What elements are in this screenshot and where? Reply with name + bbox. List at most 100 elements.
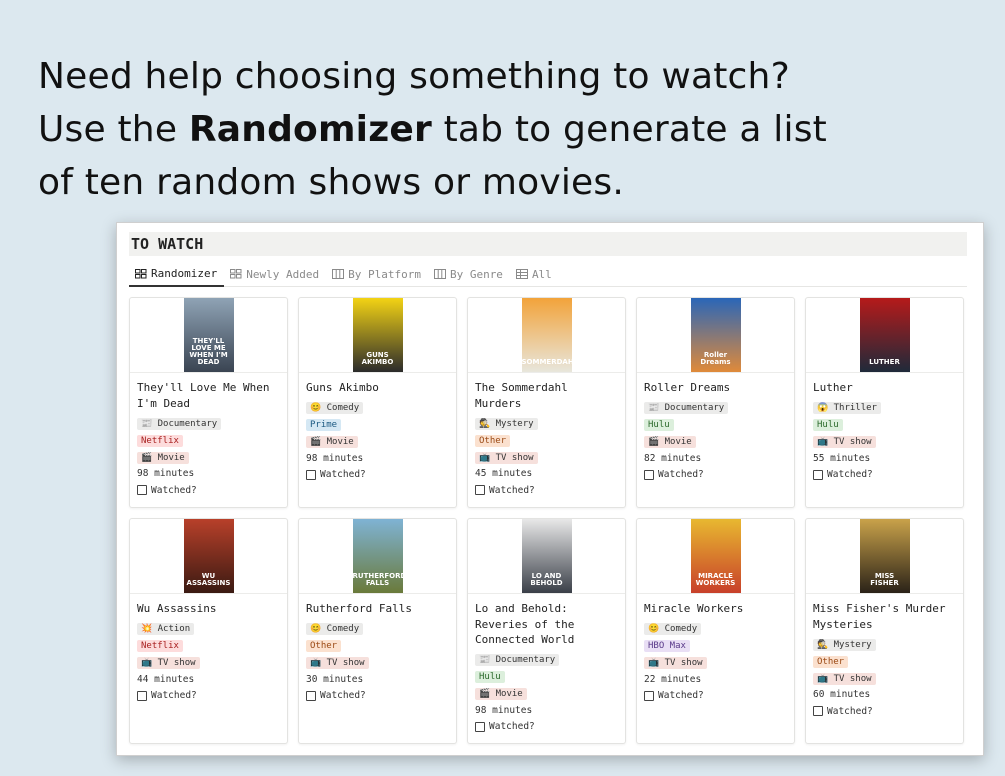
platform-tag: Other — [475, 434, 511, 447]
gallery-card[interactable]: MISS FISHER Miss Fisher's Murder Mysterie… — [805, 518, 964, 744]
platform-row: Netflix — [137, 638, 280, 655]
genre-tag: 🕵 Mystery — [813, 638, 876, 651]
card-cover: LO AND BEHOLD — [468, 519, 625, 594]
platform-tag: Netflix — [137, 434, 183, 447]
watched-checkbox[interactable] — [306, 469, 316, 480]
watched-label: Watched? — [827, 469, 873, 480]
watched-checkbox[interactable] — [644, 469, 654, 480]
card-title: They'll Love Me When I'm Dead — [137, 381, 270, 410]
poster-title-art: GUNS AKIMBO — [361, 351, 394, 366]
card-cover: Roller Dreams — [637, 298, 794, 373]
genre-tag: 😊 Comedy — [644, 623, 702, 635]
platform-tag: Hulu — [475, 671, 505, 683]
platform-row: Other — [475, 432, 618, 449]
card-body: The Sommerdahl Murders 🕵 Mystery Other 📺 TV… — [468, 373, 625, 499]
watched-checkbox[interactable] — [306, 690, 316, 701]
genre-row: 😱 Thriller — [813, 400, 956, 417]
gallery-card[interactable]: MIRACLE WORKERS Miracle Workers 😊 Comedy HB… — [636, 518, 795, 744]
watched-property[interactable]: Watched? — [306, 687, 449, 705]
tab-newly-added[interactable]: Newly Added — [224, 262, 326, 286]
platform-row: Netflix — [137, 432, 280, 449]
type-tag: 📺 TV show — [306, 657, 369, 669]
watched-checkbox[interactable] — [813, 469, 823, 480]
type-row: 📺 TV show — [475, 449, 618, 466]
poster-image: SOMMERDAHL — [521, 298, 572, 372]
card-cover: RUTHERFORD FALLS — [299, 519, 456, 594]
watched-checkbox[interactable] — [644, 690, 654, 701]
card-title: Lo and Behold: Reveries of the Connected… — [475, 602, 575, 646]
type-tag: 🎬 Movie — [644, 436, 696, 448]
poster-image: THEY'LL LOVE ME WHEN I'M DEAD — [183, 298, 234, 372]
tab-all[interactable]: All — [510, 262, 559, 286]
type-row: 🎬 Movie — [306, 434, 449, 451]
runtime: 98 minutes — [137, 468, 195, 479]
card-body: Miss Fisher's Murder Mysteries 🕵 Mystery O… — [806, 594, 963, 720]
platform-row: Other — [813, 653, 956, 670]
runtime: 44 minutes — [137, 673, 195, 685]
watched-property[interactable]: Watched? — [137, 481, 280, 499]
card-title: Luther — [813, 381, 853, 394]
platform-row: Hulu — [475, 669, 618, 686]
genre-row: 🕵 Mystery — [813, 636, 956, 653]
watched-property[interactable]: Watched? — [306, 466, 449, 484]
watched-property[interactable]: Watched? — [644, 687, 787, 705]
type-tag: 🎬 Movie — [475, 688, 527, 700]
genre-tag: 💥 Action — [137, 623, 195, 635]
poster-title-art: Roller Dreams — [700, 351, 731, 366]
poster-title-art: THEY'LL LOVE ME WHEN I'M DEAD — [189, 337, 228, 366]
poster-title-art: LUTHER — [869, 358, 900, 366]
watched-checkbox[interactable] — [475, 721, 485, 732]
tab-by-genre[interactable]: By Genre — [428, 262, 510, 286]
gallery-card[interactable]: THEY'LL LOVE ME WHEN I'M DEAD They'll Lov… — [129, 297, 288, 508]
gallery-card[interactable]: GUNS AKIMBO Guns Akimbo 😊 Comedy Prime 🎬 Mov… — [298, 297, 457, 508]
runtime: 55 minutes — [813, 452, 871, 464]
card-cover: MISS FISHER — [806, 519, 963, 594]
headline-line-2-post: tab to generate a list — [431, 109, 827, 150]
watched-property[interactable]: Watched? — [813, 466, 956, 484]
gallery-card[interactable]: LO AND BEHOLD Lo and Behold: Reveries of … — [467, 518, 626, 744]
card-cover: LUTHER — [806, 298, 963, 373]
runtime: 22 minutes — [644, 673, 702, 685]
poster-image: GUNS AKIMBO — [352, 298, 403, 372]
gallery-card[interactable]: LUTHER Luther 😱 Thriller Hulu 📺 TV show 55 mi… — [805, 297, 964, 508]
watched-property[interactable]: Watched? — [137, 687, 280, 705]
watched-property[interactable]: Watched? — [644, 466, 787, 484]
card-body: Wu Assassins 💥 Action Netflix 📺 TV show 44 m… — [130, 594, 287, 705]
watched-checkbox[interactable] — [475, 485, 485, 495]
type-tag: 📺 TV show — [644, 657, 707, 669]
card-title: Miss Fisher's Murder Mysteries — [813, 602, 946, 631]
watched-property[interactable]: Watched? — [475, 481, 618, 499]
watched-label: Watched? — [658, 690, 704, 701]
watched-checkbox[interactable] — [137, 690, 147, 701]
genre-tag: 📰 Documentary — [475, 654, 560, 666]
board-icon — [332, 269, 345, 279]
gallery-card[interactable]: WU ASSASSINS Wu Assassins 💥 Action Netflix 📺… — [129, 518, 288, 744]
card-title: The Sommerdahl Murders — [475, 381, 568, 410]
genre-tag: 🕵 Mystery — [475, 417, 538, 430]
tab-by-platform[interactable]: By Platform — [326, 262, 428, 286]
gallery-card[interactable]: Roller Dreams Roller Dreams 📰 Documentary H… — [636, 297, 795, 508]
gallery-card[interactable]: RUTHERFORD FALLS Rutherford Falls 😊 Comedy… — [298, 518, 457, 744]
poster-image: MIRACLE WORKERS — [690, 519, 741, 593]
watched-property[interactable]: Watched? — [813, 702, 956, 720]
card-title: Guns Akimbo — [306, 381, 379, 394]
gallery-card[interactable]: SOMMERDAHL The Sommerdahl Murders 🕵 Myster… — [467, 297, 626, 508]
type-row: 📺 TV show — [813, 670, 956, 687]
watched-checkbox[interactable] — [137, 485, 147, 495]
type-row: 📺 TV show — [306, 655, 449, 672]
card-cover: THEY'LL LOVE ME WHEN I'M DEAD — [130, 298, 287, 373]
watched-property[interactable]: Watched? — [475, 718, 618, 736]
card-body: Guns Akimbo 😊 Comedy Prime 🎬 Movie 98 minute… — [299, 373, 456, 484]
type-tag: 🎬 Movie — [137, 451, 189, 464]
watched-label: Watched? — [827, 705, 873, 717]
platform-row: Hulu — [644, 417, 787, 434]
watched-checkbox[interactable] — [813, 706, 823, 716]
gallery-grid: THEY'LL LOVE ME WHEN I'M DEAD They'll Lov… — [129, 297, 964, 744]
runtime: 98 minutes — [475, 704, 533, 716]
tab-randomizer[interactable]: Randomizer — [129, 262, 225, 287]
poster-title-art: RUTHERFORD FALLS — [352, 572, 403, 587]
platform-tag: Prime — [306, 419, 342, 431]
poster-title-art: SOMMERDAHL — [521, 358, 572, 366]
poster-image: MISS FISHER — [859, 519, 910, 593]
genre-row: 😊 Comedy — [644, 621, 787, 638]
